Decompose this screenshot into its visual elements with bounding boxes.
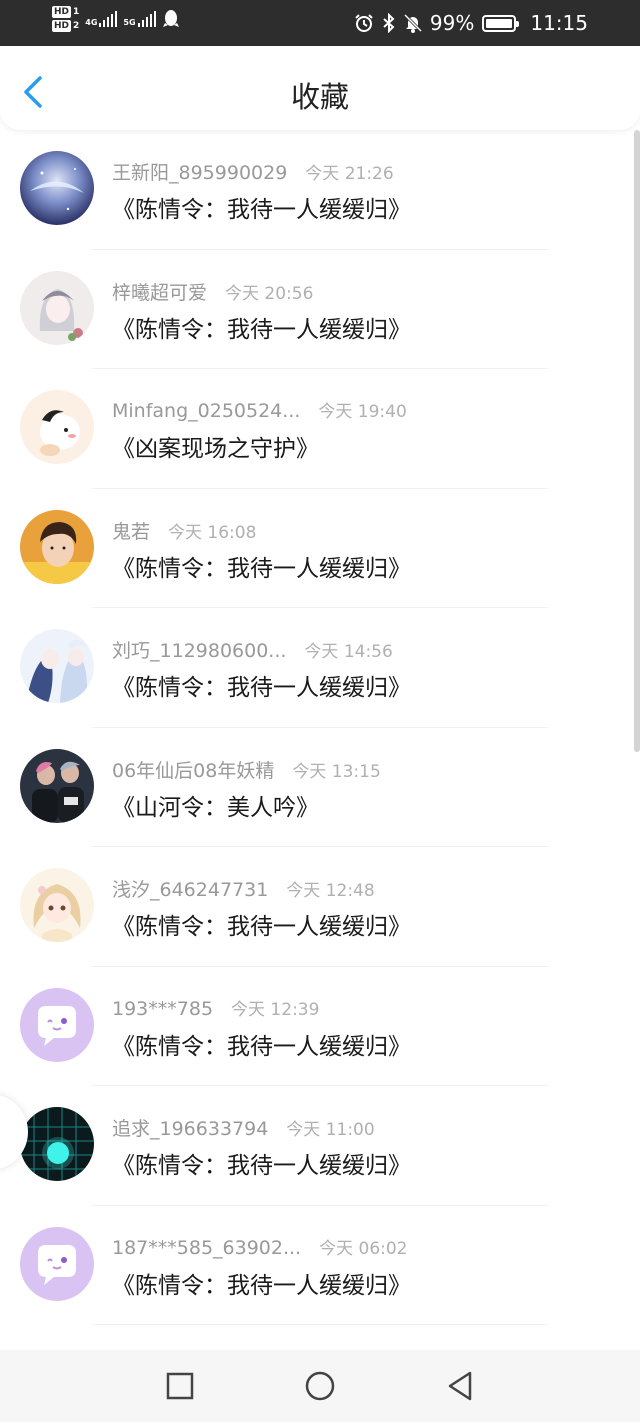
signal-bars-1-icon (99, 11, 118, 27)
item-meta: 193***785 今天 12:39 (112, 995, 319, 1020)
item-meta: Minfang_0250524... 今天 19:40 (112, 397, 407, 422)
work-title[interactable]: 《陈情令：我待一人缓缓归》 (112, 668, 411, 702)
item-meta: 梓曦超可爱 今天 20:56 (112, 278, 313, 305)
timestamp: 今天 12:48 (286, 881, 375, 901)
hd-2-number: 2 (73, 21, 80, 31)
work-title[interactable]: 《陈情令：我待一人缓缓归》 (112, 907, 411, 941)
scrollbar[interactable] (634, 130, 640, 752)
timestamp: 今天 06:02 (319, 1238, 408, 1259)
avatar[interactable] (20, 1107, 94, 1181)
signal-2: 5G (123, 11, 156, 27)
username[interactable]: 追求_196633794 (112, 1114, 268, 1141)
work-title[interactable]: 《陈情令：我待一人缓缓归》 (112, 1266, 411, 1300)
avatar[interactable] (20, 151, 94, 225)
item-meta: 187***585_63902... 今天 06:02 (112, 1234, 408, 1259)
work-title[interactable]: 《山河令：美人吟》 (112, 788, 319, 822)
avatar[interactable] (20, 1226, 94, 1301)
avatar[interactable] (20, 748, 94, 823)
avatar[interactable] (20, 270, 94, 345)
timestamp: 今天 11:00 (286, 1120, 375, 1140)
list-item[interactable]: 梓曦超可爱 今天 20:56 《陈情令：我待一人缓缓归》 (0, 250, 640, 369)
system-nav-bar (0, 1350, 640, 1422)
username[interactable]: 193***785 (112, 998, 213, 1020)
status-left: HD 1 HD 2 4G 5G (52, 6, 180, 32)
network-type-1: 4G (85, 18, 98, 27)
item-meta: 鬼若 今天 16:08 (112, 517, 256, 544)
list-item[interactable]: 鬼若 今天 16:08 《陈情令：我待一人缓缓归》 (0, 489, 640, 608)
list-item[interactable]: 刘巧_112980600... 今天 14:56 《陈情令：我待一人缓缓归》 (0, 608, 640, 728)
avatar[interactable] (20, 987, 94, 1062)
signal-bars-2-icon (137, 11, 156, 27)
username[interactable]: 王新阳_895990029 (112, 158, 287, 185)
timestamp: 今天 13:15 (292, 761, 381, 782)
status-bar: HD 1 HD 2 4G 5G 99% 11:15 (0, 0, 640, 46)
home-button[interactable] (304, 1370, 336, 1402)
work-title[interactable]: 《陈情令：我待一人缓缓归》 (112, 1027, 411, 1061)
username[interactable]: 刘巧_112980600... (112, 636, 286, 663)
battery-percent: 99% (429, 11, 475, 35)
qq-penguin-icon (162, 10, 179, 27)
list-item[interactable]: 193***785 今天 12:39 《陈情令：我待一人缓缓归》 (0, 967, 640, 1086)
list-item[interactable]: 06年仙后08年妖精 今天 13:15 《山河令：美人吟》 (0, 728, 640, 847)
work-title[interactable]: 《陈情令：我待一人缓缓归》 (112, 549, 411, 583)
item-meta: 追求_196633794 今天 11:00 (112, 1114, 375, 1141)
work-title[interactable]: 《陈情令：我待一人缓缓归》 (112, 190, 411, 224)
list-item[interactable]: 浅汐_646247731 今天 12:48 《陈情令：我待一人缓缓归》 (0, 847, 640, 967)
nav-header: 收藏 (0, 46, 640, 130)
work-title[interactable]: 《陈情令：我待一人缓缓归》 (112, 310, 411, 344)
item-meta: 06年仙后08年妖精 今天 13:15 (112, 756, 381, 783)
status-right: 99% 11:15 (354, 0, 588, 46)
bluetooth-icon (383, 13, 395, 33)
clock: 11:15 (530, 11, 588, 35)
timestamp: 今天 16:08 (168, 522, 257, 543)
avatar[interactable] (20, 629, 94, 703)
item-meta: 浅汐_646247731 今天 12:48 (112, 875, 375, 902)
username[interactable]: Minfang_0250524... (112, 400, 300, 422)
divider (92, 1324, 548, 1325)
avatar[interactable] (20, 868, 94, 942)
work-title[interactable]: 《凶案现场之守护》 (112, 429, 319, 463)
hd-2-label: HD (52, 20, 72, 32)
hd-1-label: HD (52, 6, 72, 18)
recents-square-icon (166, 1372, 194, 1400)
list-item[interactable]: 追求_196633794 今天 11:00 《陈情令：我待一人缓缓归》 (0, 1086, 640, 1206)
timestamp: 今天 19:40 (318, 402, 407, 422)
recents-button[interactable] (164, 1370, 196, 1402)
timestamp: 今天 21:26 (305, 164, 394, 184)
hd-1-badge: HD 1 (52, 6, 79, 18)
username[interactable]: 187***585_63902... (112, 1237, 301, 1259)
hd-indicators: HD 1 HD 2 (52, 6, 79, 32)
page-title: 收藏 (290, 80, 349, 114)
username[interactable]: 鬼若 (112, 517, 150, 544)
item-meta: 王新阳_895990029 今天 21:26 (112, 158, 394, 185)
list-item[interactable]: Minfang_0250524... 今天 19:40 《凶案现场之守护》 (0, 369, 640, 489)
mute-icon (403, 13, 422, 33)
signal-1: 4G (85, 11, 118, 27)
list-item[interactable]: 王新阳_895990029 今天 21:26 《陈情令：我待一人缓缓归》 (0, 130, 640, 250)
username[interactable]: 06年仙后08年妖精 (112, 756, 274, 783)
item-meta: 刘巧_112980600... 今天 14:56 (112, 636, 393, 663)
timestamp: 今天 12:39 (231, 999, 320, 1020)
timestamp: 今天 14:56 (304, 642, 393, 662)
battery-fill (486, 18, 513, 28)
alarm-icon (355, 14, 373, 32)
username[interactable]: 梓曦超可爱 (112, 278, 207, 305)
work-title[interactable]: 《陈情令：我待一人缓缓归》 (112, 1146, 411, 1180)
avatar[interactable] (20, 509, 94, 584)
hd-1-number: 1 (73, 7, 80, 17)
list-item[interactable]: 187***585_63902... 今天 06:02 《陈情令：我待一人缓缓归… (0, 1206, 640, 1325)
network-type-2: 5G (123, 18, 136, 27)
back-nav-button[interactable] (444, 1370, 476, 1402)
battery-icon (482, 14, 520, 32)
username[interactable]: 浅汐_646247731 (112, 875, 268, 902)
avatar[interactable] (20, 390, 94, 464)
back-triangle-icon (448, 1371, 472, 1401)
timestamp: 今天 20:56 (225, 283, 314, 304)
home-circle-icon (305, 1371, 335, 1401)
favorites-list: 王新阳_895990029 今天 21:26 《陈情令：我待一人缓缓归》 梓曦超… (0, 130, 640, 1325)
hd-2-badge: HD 2 (52, 20, 79, 32)
